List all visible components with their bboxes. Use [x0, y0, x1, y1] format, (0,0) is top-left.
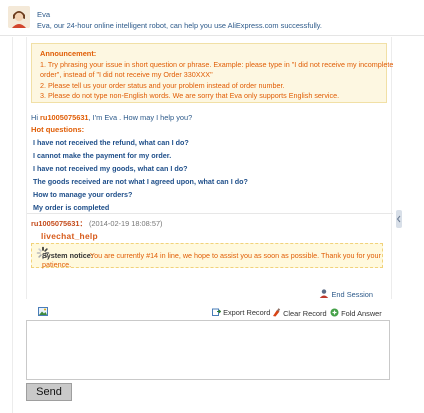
clear-icon: [273, 308, 281, 317]
announcement-line: 2. Please tell us your order status and …: [40, 81, 285, 90]
image-icon[interactable]: [38, 307, 48, 316]
message-timestamp: (2014-02-19 18:08:57): [88, 219, 163, 228]
end-session-button[interactable]: End Session: [319, 289, 373, 299]
greeting-user-id: ru1005075631: [40, 113, 89, 122]
message-text: livechat_help: [41, 231, 98, 241]
announcement-line: order", instead of "I did not receive my…: [40, 70, 213, 79]
end-session-label: End Session: [331, 290, 374, 299]
message-header: ru1005075631： (2014-02-19 18:08:57): [31, 218, 163, 229]
export-record-button[interactable]: Export Record: [212, 308, 270, 317]
chat-toolbar: Export Record Clear Record Fold Answer: [26, 305, 392, 319]
fold-answer-label: Fold Answer: [341, 309, 382, 318]
hot-question-link[interactable]: I have not received my goods, what can I…: [33, 164, 188, 173]
notice-label: System notice:: [42, 251, 94, 260]
greeting-prefix: Hi: [31, 113, 38, 122]
announcement-line: 1. Try phrasing your issue in short ques…: [40, 60, 394, 69]
export-icon: [212, 308, 222, 316]
fold-icon: [330, 308, 339, 317]
hot-question-link[interactable]: I have not received the refund, what can…: [33, 138, 189, 147]
greeting-message: Hi ru1005075631, I'm Eva . How may I hel…: [31, 113, 192, 122]
hot-question-link[interactable]: I cannot make the payment for my order.: [33, 151, 171, 160]
chat-header: Eva Eva, our 24-hour online intelligent …: [0, 0, 424, 36]
agent-name: Eva: [37, 10, 51, 19]
export-record-label: Export Record: [223, 308, 271, 317]
clear-record-label: Clear Record: [283, 309, 327, 318]
announcement-line: 3. Please do not type non-English words.…: [40, 91, 340, 100]
send-button[interactable]: Send: [26, 383, 72, 401]
greeting-suffix: , I'm Eva . How may I help you?: [88, 113, 193, 122]
system-notice: System notice: You are currently #14 in …: [31, 243, 383, 269]
announcement-box: Announcement: 1. Try phrasing your issue…: [31, 43, 393, 103]
left-divider: [12, 37, 13, 413]
hot-question-link[interactable]: The goods received are not what I agreed…: [33, 177, 248, 186]
message-divider: [27, 213, 393, 214]
notice-text-continued: patience.: [42, 260, 72, 269]
message-separator: ：: [79, 219, 87, 228]
hot-question-link[interactable]: My order is completed: [33, 203, 109, 212]
side-collapse-handle[interactable]: [396, 210, 402, 228]
hot-questions-title: Hot questions:: [31, 125, 85, 134]
clear-record-button[interactable]: Clear Record: [272, 308, 327, 318]
chat-history[interactable]: Announcement: 1. Try phrasing your issue…: [26, 37, 393, 299]
agent-avatar: [8, 6, 30, 28]
message-input[interactable]: [27, 321, 389, 379]
chat-window: Eva Eva, our 24-hour online intelligent …: [0, 0, 424, 413]
notice-text: You are currently #14 in line, we hope t…: [90, 251, 381, 260]
agent-intro: Eva, our 24-hour online intelligent robo…: [37, 21, 322, 30]
end-session-icon: [320, 289, 329, 298]
announcement-title: Announcement:: [40, 49, 97, 58]
fold-answer-button[interactable]: Fold Answer: [330, 308, 382, 318]
hot-question-link[interactable]: How to manage your orders?: [33, 190, 132, 199]
message-input-box[interactable]: [26, 320, 390, 380]
message-user-id: ru1005075631: [31, 219, 80, 228]
